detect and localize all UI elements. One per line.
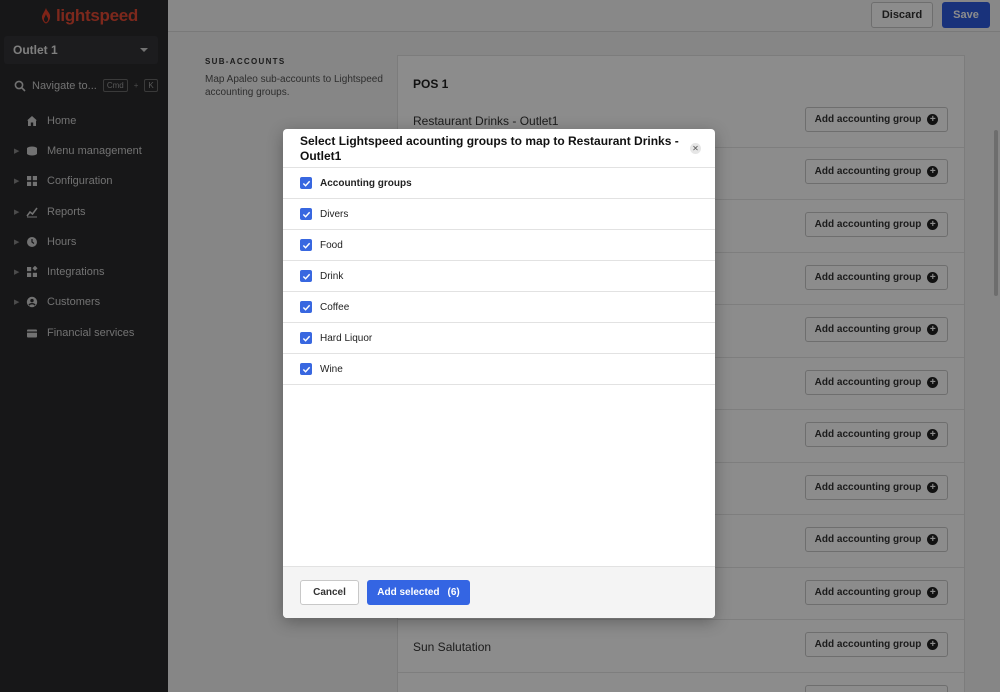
accounting-group-option[interactable]: Wine (283, 354, 715, 385)
checkbox-checked-icon[interactable] (300, 270, 312, 282)
checkbox-label: Drink (320, 270, 344, 282)
checkbox-checked-icon[interactable] (300, 239, 312, 251)
checkbox-checked-icon[interactable] (300, 301, 312, 313)
selected-count: (6) (447, 587, 460, 598)
checkbox-checked-icon[interactable] (300, 332, 312, 344)
checkbox-label: Divers (320, 208, 349, 220)
accounting-group-option[interactable]: Divers (283, 199, 715, 230)
modal-footer: Cancel Add selected (6) (283, 566, 715, 618)
checkbox-checked-icon[interactable] (300, 363, 312, 375)
accounting-groups-select-all[interactable]: Accounting groups (283, 168, 715, 199)
accounting-group-option[interactable]: Drink (283, 261, 715, 292)
checkbox-label: Wine (320, 363, 343, 375)
accounting-group-option[interactable]: Hard Liquor (283, 323, 715, 354)
accounting-group-option[interactable]: Coffee (283, 292, 715, 323)
checkbox-label: Hard Liquor (320, 332, 373, 344)
close-icon[interactable]: ✕ (690, 143, 701, 154)
checkbox-label: Food (320, 239, 343, 251)
checkbox-checked-icon[interactable] (300, 208, 312, 220)
modal-title: Select Lightspeed acounting groups to ma… (300, 134, 679, 163)
checkbox-checked-icon[interactable] (300, 177, 312, 189)
add-selected-label: Add selected (377, 587, 440, 598)
select-accounting-groups-modal: Select Lightspeed acounting groups to ma… (283, 129, 715, 618)
add-selected-button[interactable]: Add selected (6) (367, 580, 470, 605)
checkbox-label: Accounting groups (320, 177, 412, 189)
cancel-button[interactable]: Cancel (300, 580, 359, 605)
checkbox-label: Coffee (320, 301, 350, 313)
accounting-group-option[interactable]: Food (283, 230, 715, 261)
